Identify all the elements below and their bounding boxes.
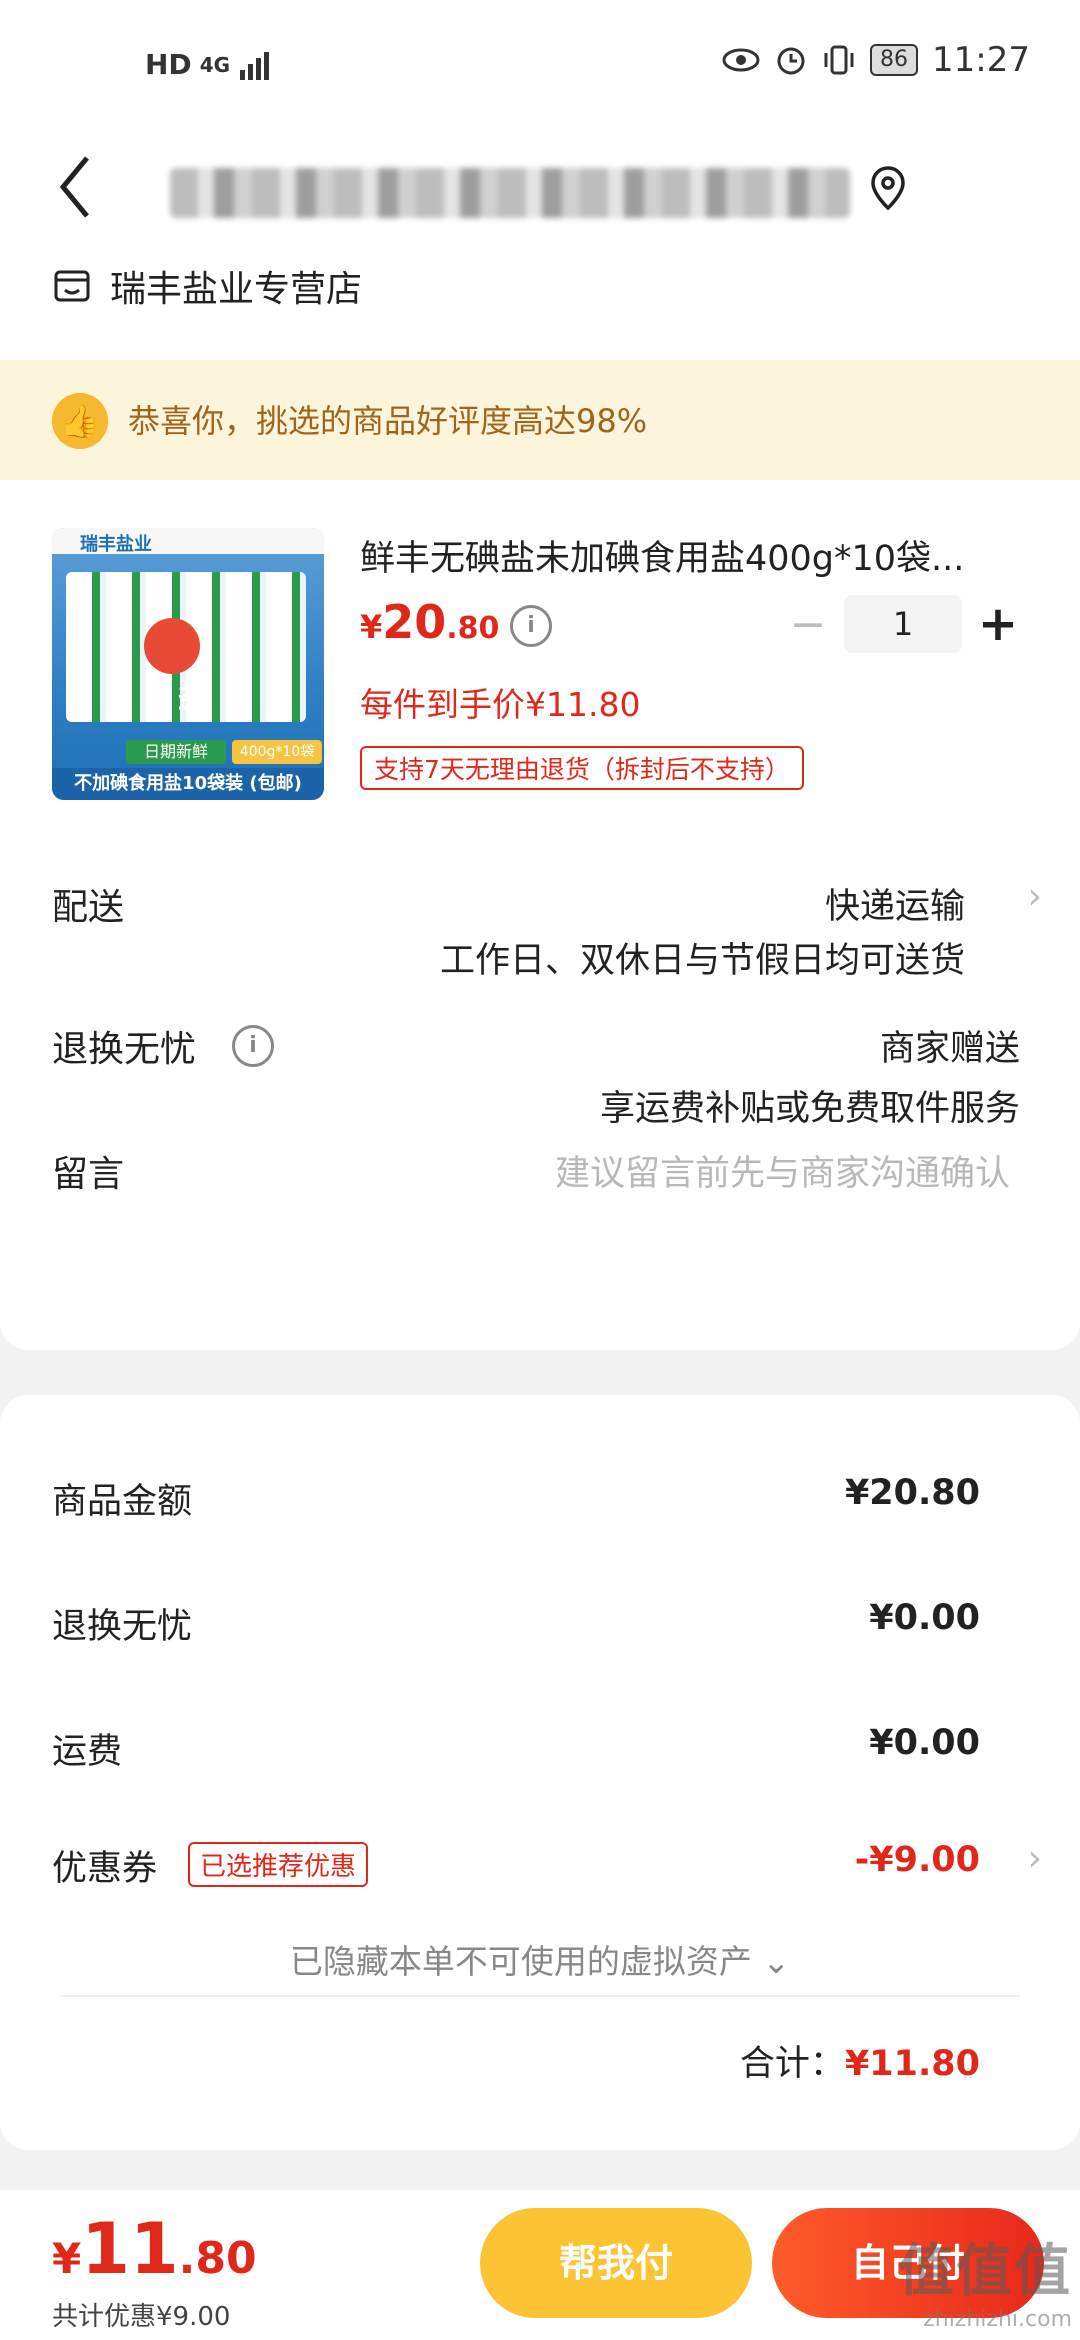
store-icon — [54, 270, 90, 302]
hd-icon: HD — [145, 48, 192, 81]
alarm-icon — [777, 47, 805, 75]
worry-fee-value: ¥0.00 — [869, 1598, 980, 1638]
product-image-fresh: 日期新鲜 — [143, 742, 208, 761]
location-pin-icon — [871, 166, 905, 211]
worry-free-provider: 商家赠送 — [879, 1029, 1020, 1069]
site-watermark: 值值值 zhizhizhi.com — [898, 2239, 1072, 2332]
clock-time: 11:27 — [932, 40, 1030, 80]
product-image-salt: 盐 — [178, 681, 207, 714]
chevron-down-icon: ⌄ — [751, 1942, 791, 1981]
total-discount-text: 共计优惠¥9.00 — [52, 2302, 231, 2332]
hidden-assets-toggle[interactable]: 已隐藏本单不可使用的虚拟资产 ⌄ — [0, 1935, 1080, 1983]
product-image-spec: 400g*10袋 — [239, 744, 315, 760]
delivery-method[interactable]: 快递运输 — [825, 878, 965, 929]
checkout-bar: ¥11.80 共计优惠¥9.00 帮我付 自己付 值值值 zhizhizhi.c… — [0, 2190, 1080, 2340]
quantity-value[interactable]: 1 — [844, 595, 962, 653]
shipping-fee-value: ¥0.00 — [869, 1723, 980, 1763]
product-card: 瑞丰盐业 盐 日期新鲜 400g*10袋 不加碘食用盐10袋装 (包邮) 鲜丰无… — [0, 480, 1080, 1350]
divider — [60, 1995, 1020, 1997]
signal-bars-icon — [240, 51, 270, 80]
goods-amount-label: 商品金额 — [52, 1482, 193, 1522]
store-name: 瑞丰盐业专营店 — [110, 269, 363, 310]
worry-fee-label: 退换无忧 — [52, 1607, 193, 1647]
notice-text: 恭喜你，挑选的商品好评度高达98% — [128, 402, 648, 440]
eye-icon — [722, 48, 760, 72]
address-blurred[interactable] — [170, 168, 850, 218]
vibrate-icon — [824, 45, 854, 75]
unit-price-text: 每件到手价¥11.80 — [360, 685, 641, 724]
product-image-brand: 瑞丰盐业 — [80, 534, 152, 555]
product-price: ¥20.80 — [360, 595, 500, 649]
coupon-tag: 已选推荐优惠 — [188, 1842, 369, 1887]
battery-icon: 86 — [870, 44, 919, 76]
worry-free-label: 退换无忧 — [52, 1029, 197, 1070]
quantity-stepper: − 1 + — [780, 595, 1026, 653]
price-summary-card: 商品金额 ¥20.80 退换无忧 ¥0.00 运费 ¥0.00 优惠券 已选推荐… — [0, 1395, 1080, 2150]
product-title[interactable]: 鲜丰无碘盐未加碘食用盐400g*10袋... — [360, 530, 1010, 581]
checkout-price: ¥11.80 — [52, 2208, 257, 2290]
chevron-right-icon[interactable]: › — [1028, 876, 1042, 917]
help-me-pay-button[interactable]: 帮我付 — [480, 2208, 752, 2318]
back-arrow-icon[interactable] — [55, 152, 105, 232]
store-row[interactable]: 瑞丰盐业专营店 — [52, 260, 362, 312]
status-bar: HD 4G 86 11:27 — [0, 0, 1080, 130]
message-input[interactable]: 建议留言前先与商家沟通确认 — [555, 1145, 1010, 1196]
order-total: 合计：¥11.80 — [739, 2044, 980, 2084]
network-indicator: HD 4G — [145, 48, 272, 81]
rating-notice: 👍 恭喜你，挑选的商品好评度高达98% — [0, 360, 1080, 480]
product-image-caption: 不加碘食用盐10袋装 (包邮) — [74, 773, 302, 794]
worry-free-info-icon[interactable]: i — [232, 1025, 274, 1067]
coupon-chevron-icon[interactable]: › — [1028, 1838, 1042, 1879]
worry-free-desc: 享运费补贴或免费取件服务 — [599, 1089, 1020, 1129]
coupon-label: 优惠券 — [52, 1849, 158, 1889]
coupon-value[interactable]: -¥9.00 — [855, 1840, 980, 1880]
goods-amount-value: ¥20.80 — [844, 1473, 980, 1513]
increase-quantity-button[interactable]: + — [970, 596, 1026, 652]
product-image[interactable]: 瑞丰盐业 盐 日期新鲜 400g*10袋 不加碘食用盐10袋装 (包邮) — [52, 528, 324, 800]
decrease-quantity-button[interactable]: − — [780, 599, 836, 650]
shipping-fee-label: 运费 — [52, 1732, 123, 1772]
delivery-schedule: 工作日、双休日与节假日均可送货 — [439, 941, 965, 981]
return-policy-tag: 支持7天无理由退货（拆封后不支持） — [360, 746, 804, 790]
thumbs-up-icon: 👍 — [52, 393, 108, 449]
message-label: 留言 — [52, 1154, 125, 1195]
delivery-label: 配送 — [52, 887, 125, 928]
price-info-icon[interactable]: i — [510, 605, 552, 647]
status-icons: 86 11:27 — [722, 40, 1030, 80]
signal-4g-icon: 4G — [199, 52, 231, 77]
order-header: 瑞丰盐业专营店 — [0, 130, 1080, 360]
